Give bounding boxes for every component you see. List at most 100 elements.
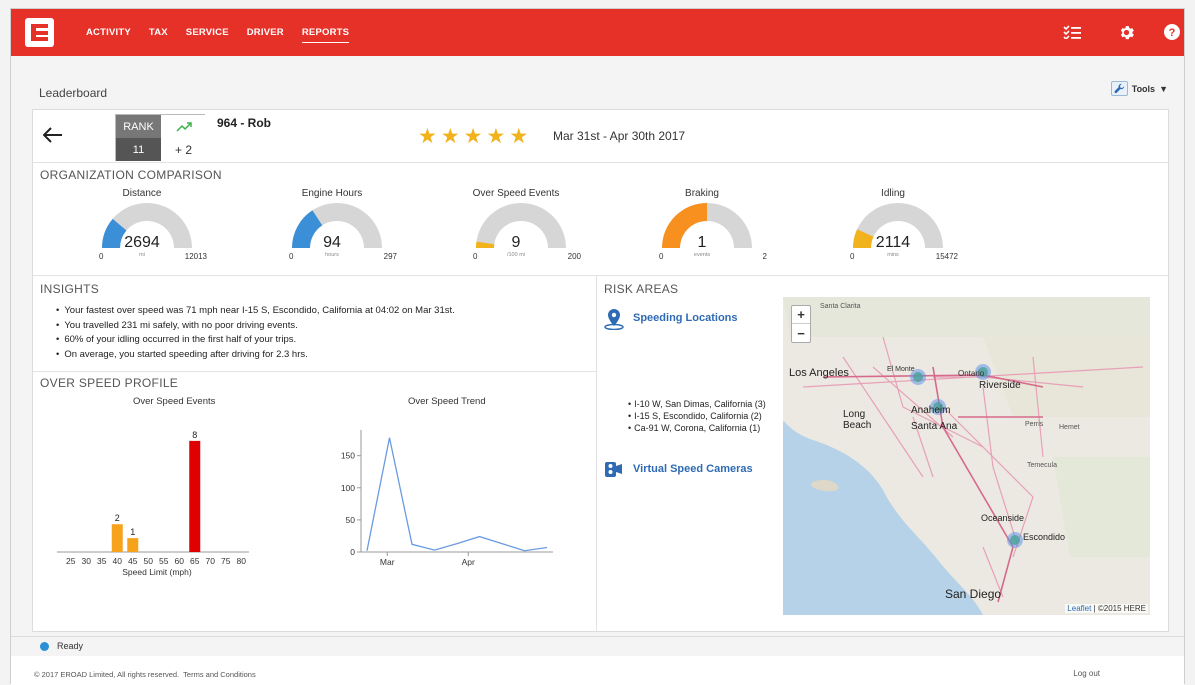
map-label: Hemet <box>1059 424 1080 431</box>
nav-driver[interactable]: DRIVER <box>247 27 284 43</box>
gauge-max: 12013 <box>184 252 207 261</box>
gauge-max: 297 <box>383 252 397 261</box>
map-label: Los Angeles <box>789 367 849 379</box>
leaflet-link[interactable]: Leaflet <box>1067 604 1091 613</box>
x-tick-label: 55 <box>159 556 169 566</box>
main-nav: ACTIVITY TAX SERVICE DRIVER REPORTS <box>86 27 367 43</box>
gauge-engine-hours: Engine Hours 94 hours 0 297 <box>267 188 397 268</box>
gauge-min: 0 <box>850 252 855 261</box>
attribution-text: | ©2015 HERE <box>1091 604 1146 613</box>
map-label: Santa Clarita <box>820 303 861 310</box>
risk-map[interactable]: Santa Clarita Los Angeles El Monte Ontar… <box>783 297 1150 615</box>
map-label: Riverside <box>979 380 1021 391</box>
star-icon: ★ <box>509 125 529 148</box>
zoom-out-button[interactable]: − <box>792 324 810 342</box>
section-title-risk-areas: RISK AREAS <box>604 282 679 296</box>
leaderboard-panel: RANK 11 + 2 964 - Rob ★ ★ ★ ★ ★ Mar 31st… <box>32 109 1169 632</box>
driver-name: 964 - Rob <box>217 116 272 130</box>
map-label: Santa Ana <box>911 421 958 432</box>
nav-tax[interactable]: TAX <box>149 27 168 43</box>
divider <box>33 275 1168 276</box>
bar <box>189 440 201 552</box>
gear-icon[interactable] <box>1115 21 1137 43</box>
checklist-icon[interactable] <box>1061 21 1083 43</box>
copyright: © 2017 EROAD Limited, All rights reserve… <box>34 670 256 679</box>
gauge-braking: Braking 1 events 0 2 <box>637 188 767 268</box>
gauge-val: 2114 <box>875 234 911 251</box>
speeding-locations-link[interactable]: Speeding Locations <box>633 312 738 324</box>
section-title-comparison: ORGANIZATION COMPARISON <box>40 168 222 182</box>
virtual-speed-cameras-link[interactable]: Virtual Speed Cameras <box>633 463 753 475</box>
nav-reports[interactable]: REPORTS <box>301 27 350 43</box>
y-tick-label: 50 <box>346 515 356 525</box>
bar <box>111 524 123 552</box>
gauge-unit: hours <box>325 252 339 258</box>
rank-value: 11 <box>116 138 161 161</box>
nav-activity[interactable]: ACTIVITY <box>86 27 131 43</box>
gauge-min: 0 <box>659 252 664 261</box>
x-tick-label: 50 <box>144 556 154 566</box>
map-label: Perris <box>1025 421 1044 428</box>
x-tick-label: 60 <box>175 556 185 566</box>
bar <box>127 538 139 552</box>
help-icon[interactable]: ? <box>1161 21 1183 43</box>
gauge-max: 200 <box>567 252 581 261</box>
map-label: Ontario <box>958 369 985 378</box>
gauge-max: 15472 <box>935 252 958 261</box>
main-content: Leaderboard Tools ▼ RANK 11 + 2 964 - Ro… <box>11 56 1184 636</box>
terms-link[interactable]: Terms and Conditions <box>183 670 256 679</box>
y-tick-label: 0 <box>350 547 355 557</box>
rank-box: RANK 11 + 2 <box>115 114 206 161</box>
bar-value-label: 2 <box>115 513 120 523</box>
wrench-icon <box>1110 81 1128 96</box>
status-dot-icon <box>40 642 49 651</box>
map-label: Oceanside <box>981 513 1025 523</box>
gauge-distance: Distance 2694 mi 0 12013 <box>77 188 207 268</box>
gauge-val: 9 <box>511 234 521 251</box>
bar-value-label: 8 <box>192 430 197 440</box>
logout-link[interactable]: Log out <box>1073 669 1100 678</box>
copyright-text: © 2017 EROAD Limited, All rights reserve… <box>34 670 180 679</box>
x-tick-label: 30 <box>82 556 92 566</box>
rank-label: RANK <box>116 115 161 138</box>
insight-item: 60% of your idling occurred in the first… <box>56 334 455 349</box>
map-zoom-control: + − <box>791 305 811 343</box>
tools-label: Tools <box>1131 83 1156 94</box>
gauge-title: Distance <box>122 188 162 199</box>
y-tick-label: 150 <box>341 451 355 461</box>
x-tick-label: 70 <box>206 556 216 566</box>
map-label: Anaheim <box>911 405 951 416</box>
speeding-locations-list: I-10 W, San Dimas, California (3) I-15 S… <box>628 399 766 435</box>
zoom-in-button[interactable]: + <box>792 306 810 324</box>
gauge-min: 0 <box>289 252 294 261</box>
over-speed-events-title: Over Speed Events <box>133 396 216 407</box>
section-title-over-speed: OVER SPEED PROFILE <box>40 376 179 390</box>
insight-item: On average, you started speeding after d… <box>56 349 455 364</box>
date-range: Mar 31st - Apr 30th 2017 <box>553 129 686 143</box>
gauge-max: 2 <box>762 252 767 261</box>
tools-dropdown[interactable]: Tools ▼ <box>1110 81 1168 96</box>
gauge-title: Engine Hours <box>301 188 363 199</box>
speeding-location-item: Ca-91 W, Corona, California (1) <box>628 423 766 435</box>
x-tick-label: Mar <box>380 557 395 567</box>
rank-change: + 2 <box>161 138 206 161</box>
nav-service[interactable]: SERVICE <box>186 27 229 43</box>
x-tick-label: 80 <box>237 556 247 566</box>
status-text: Ready <box>57 641 84 651</box>
footer: © 2017 EROAD Limited, All rights reserve… <box>11 657 1184 685</box>
speeding-location-item: I-15 S, Escondido, California (2) <box>628 411 766 423</box>
gauge-over-speed-events: Over Speed Events 9/100 mi 0 200 <box>451 188 581 268</box>
back-arrow-icon[interactable] <box>42 123 63 149</box>
status-bar: Ready <box>11 636 1184 656</box>
speed-camera-icon <box>604 459 624 482</box>
eroad-logo[interactable] <box>25 18 54 47</box>
map-label: San Diego <box>945 587 1002 601</box>
map-label: Long Beach <box>843 409 872 431</box>
map-label: El Monte <box>887 366 915 373</box>
gauge-min: 0 <box>473 252 478 261</box>
gauge-min: 0 <box>99 252 104 261</box>
divider <box>596 275 597 632</box>
x-tick-label: 40 <box>113 556 123 566</box>
map-pin-icon <box>604 308 624 333</box>
bar-value-label: 1 <box>130 527 135 537</box>
